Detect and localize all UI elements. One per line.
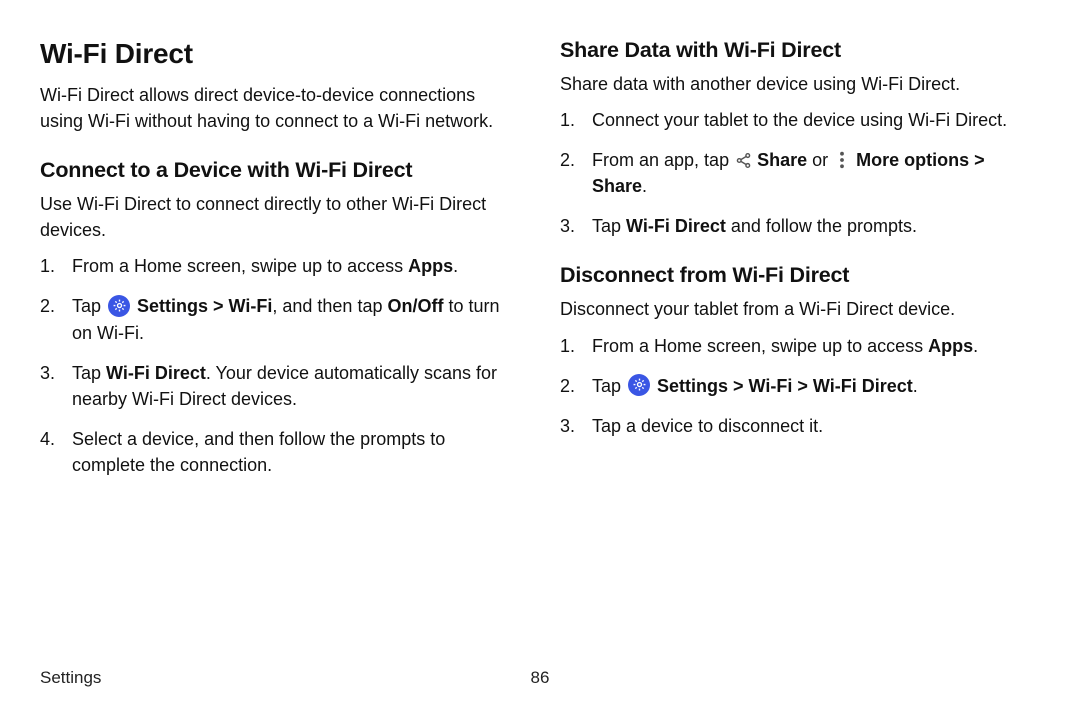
step-text: .: [913, 376, 918, 396]
right-column: Share Data with Wi-Fi Direct Share data …: [560, 38, 1040, 492]
step-text: or: [807, 150, 833, 170]
page-footer: Settings 86: [40, 668, 1040, 688]
bold-text: Wi-Fi Direct: [106, 363, 206, 383]
step-text: Tap: [592, 216, 626, 236]
step-text: Tap: [592, 376, 626, 396]
bold-text: Share: [752, 150, 807, 170]
step-text: Tap a device to disconnect it.: [592, 416, 823, 436]
steps-disconnect: From a Home screen, swipe up to access A…: [560, 333, 1040, 439]
step-item: From an app, tap Share or More options >…: [560, 147, 1040, 199]
step-item: Tap a device to disconnect it.: [560, 413, 1040, 439]
left-column: Wi-Fi Direct Wi-Fi Direct allows direct …: [40, 38, 520, 492]
step-item: From a Home screen, swipe up to access A…: [40, 253, 520, 279]
section-heading-share: Share Data with Wi-Fi Direct: [560, 38, 1040, 63]
more-options-icon: [833, 151, 851, 169]
step-item: Tap Wi-Fi Direct and follow the prompts.: [560, 213, 1040, 239]
intro-paragraph: Wi-Fi Direct allows direct device-to-dev…: [40, 82, 520, 134]
steps-connect: From a Home screen, swipe up to access A…: [40, 253, 520, 478]
bold-text: Apps: [928, 336, 973, 356]
step-item: Connect your tablet to the device using …: [560, 107, 1040, 133]
step-text: .: [453, 256, 458, 276]
step-item: Tap Wi-Fi Direct. Your device automatica…: [40, 360, 520, 412]
step-text: .: [973, 336, 978, 356]
step-text: Tap: [72, 296, 106, 316]
section-p-disconnect: Disconnect your tablet from a Wi-Fi Dire…: [560, 296, 1040, 322]
step-text: From a Home screen, swipe up to access: [72, 256, 408, 276]
step-text: Connect your tablet to the device using …: [592, 110, 1007, 130]
step-text: and follow the prompts.: [726, 216, 917, 236]
bold-text: Wi-Fi Direct: [626, 216, 726, 236]
settings-icon: [108, 295, 130, 317]
section-heading-disconnect: Disconnect from Wi-Fi Direct: [560, 263, 1040, 288]
step-text: Select a device, and then follow the pro…: [72, 429, 445, 475]
footer-section-label: Settings: [40, 668, 101, 687]
steps-share: Connect your tablet to the device using …: [560, 107, 1040, 239]
step-item: Select a device, and then follow the pro…: [40, 426, 520, 478]
page-title: Wi-Fi Direct: [40, 38, 520, 70]
section-heading-connect: Connect to a Device with Wi-Fi Direct: [40, 158, 520, 183]
share-icon: [734, 151, 752, 169]
step-text: From a Home screen, swipe up to access: [592, 336, 928, 356]
settings-icon: [628, 374, 650, 396]
content-columns: Wi-Fi Direct Wi-Fi Direct allows direct …: [40, 38, 1040, 492]
section-p-connect: Use Wi-Fi Direct to connect directly to …: [40, 191, 520, 243]
step-item: Tap Settings > Wi-Fi, and then tap On/Of…: [40, 293, 520, 345]
bold-text: Apps: [408, 256, 453, 276]
page-number: 86: [531, 668, 550, 688]
step-item: From a Home screen, swipe up to access A…: [560, 333, 1040, 359]
bold-text: Settings > Wi-Fi > Wi-Fi Direct: [652, 376, 913, 396]
section-p-share: Share data with another device using Wi-…: [560, 71, 1040, 97]
step-text: From an app, tap: [592, 150, 734, 170]
step-item: Tap Settings > Wi-Fi > Wi-Fi Direct.: [560, 373, 1040, 399]
bold-text: On/Off: [387, 296, 443, 316]
step-text: Tap: [72, 363, 106, 383]
step-text: .: [642, 176, 647, 196]
step-text: , and then tap: [272, 296, 387, 316]
bold-text: Settings > Wi-Fi: [132, 296, 272, 316]
